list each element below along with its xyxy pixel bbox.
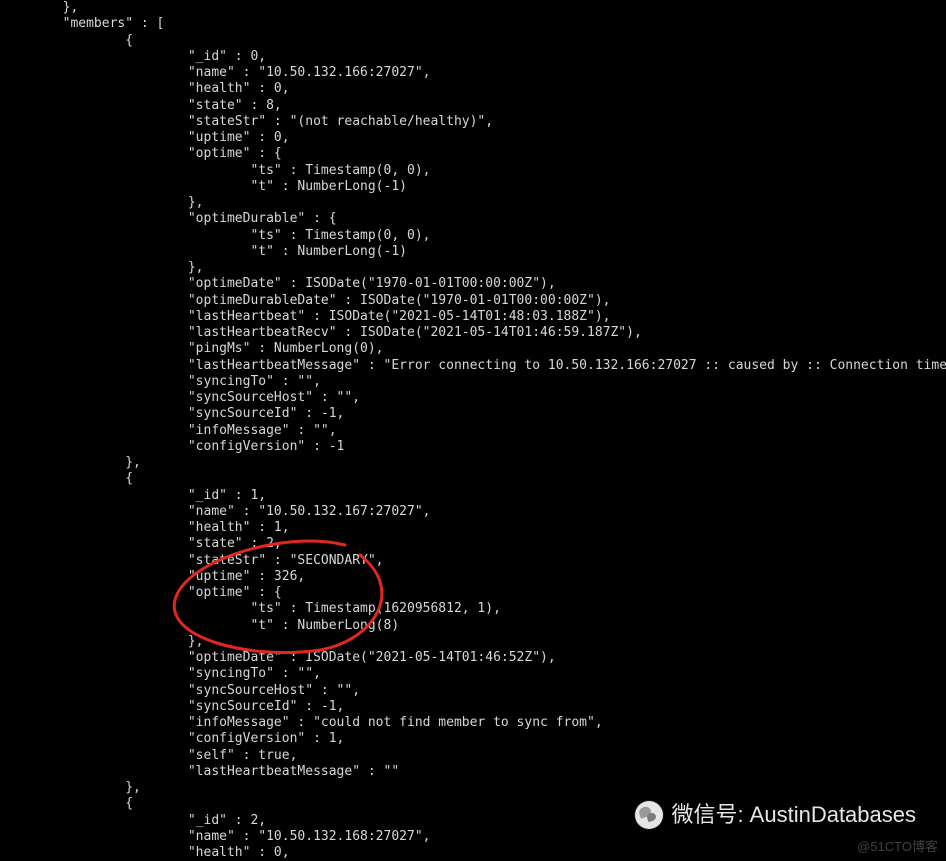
code-line: "t" : NumberLong(-1) bbox=[0, 179, 407, 194]
code-line: "syncSourceHost" : "", bbox=[0, 390, 360, 405]
code-line: "health" : 0, bbox=[0, 81, 290, 96]
code-line: "optimeDate" : ISODate("2021-05-14T01:46… bbox=[0, 650, 556, 665]
code-line: "uptime" : 0, bbox=[0, 130, 290, 145]
code-line: "lastHeartbeatRecv" : ISODate("2021-05-1… bbox=[0, 325, 642, 340]
code-line: "infoMessage" : "", bbox=[0, 423, 337, 438]
code-line: "infoMessage" : "could not find member t… bbox=[0, 715, 603, 730]
code-line: "_id" : 0, bbox=[0, 49, 266, 64]
code-line: }, bbox=[0, 455, 141, 470]
code-line: "stateStr" : "(not reachable/healthy)", bbox=[0, 114, 493, 129]
code-line: { bbox=[0, 796, 133, 811]
code-line: "optimeDate" : ISODate("1970-01-01T00:00… bbox=[0, 276, 556, 291]
code-line: "ts" : Timestamp(0, 0), bbox=[0, 228, 430, 243]
code-line: "syncSourceHost" : "", bbox=[0, 683, 360, 698]
code-line: "_id" : 1, bbox=[0, 488, 266, 503]
code-line: "t" : NumberLong(-1) bbox=[0, 244, 407, 259]
code-line: "configVersion" : -1 bbox=[0, 439, 344, 454]
wechat-icon bbox=[635, 801, 663, 829]
code-line: }, bbox=[0, 634, 204, 649]
code-line: }, bbox=[0, 780, 141, 795]
code-line: "lastHeartbeat" : ISODate("2021-05-14T01… bbox=[0, 309, 610, 324]
code-line: "state" : 2, bbox=[0, 536, 282, 551]
code-line: "syncSourceId" : -1, bbox=[0, 699, 344, 714]
code-line: "name" : "10.50.132.167:27027", bbox=[0, 504, 430, 519]
code-line: "members" : [ bbox=[0, 16, 164, 31]
code-line: "uptime" : 326, bbox=[0, 569, 305, 584]
code-line: "state" : 8, bbox=[0, 98, 282, 113]
code-line: "configVersion" : 1, bbox=[0, 731, 344, 746]
code-line: "optime" : { bbox=[0, 146, 282, 161]
code-line: "t" : NumberLong(8) bbox=[0, 618, 399, 633]
code-line: "ts" : Timestamp(1620956812, 1), bbox=[0, 601, 501, 616]
watermark-text: @51CTO博客 bbox=[857, 839, 938, 855]
code-line: "name" : "10.50.132.166:27027", bbox=[0, 65, 430, 80]
code-line: "health" : 0, bbox=[0, 845, 290, 860]
code-line: "pingMs" : NumberLong(0), bbox=[0, 341, 384, 356]
terminal-output: }, "members" : [ { "_id" : 0, "name" : "… bbox=[0, 0, 946, 861]
code-line: "syncingTo" : "", bbox=[0, 666, 321, 681]
code-line: "name" : "10.50.132.168:27027", bbox=[0, 829, 430, 844]
code-line: "lastHeartbeatMessage" : "Error connecti… bbox=[0, 358, 946, 373]
code-line: "optimeDurable" : { bbox=[0, 211, 337, 226]
code-line: "self" : true, bbox=[0, 748, 297, 763]
code-line: }, bbox=[0, 195, 204, 210]
code-line: "health" : 1, bbox=[0, 520, 290, 535]
code-line: }, bbox=[0, 260, 204, 275]
code-line: "syncingTo" : "", bbox=[0, 374, 321, 389]
code-line: "ts" : Timestamp(0, 0), bbox=[0, 163, 430, 178]
code-line: "lastHeartbeatMessage" : "" bbox=[0, 764, 399, 779]
code-line: "optime" : { bbox=[0, 585, 282, 600]
code-line: { bbox=[0, 33, 133, 48]
wechat-label: 微信号: AustinDatabases bbox=[671, 801, 916, 829]
code-line: { bbox=[0, 471, 133, 486]
code-line: "optimeDurableDate" : ISODate("1970-01-0… bbox=[0, 293, 610, 308]
code-line: "_id" : 2, bbox=[0, 813, 266, 828]
code-line: "syncSourceId" : -1, bbox=[0, 406, 344, 421]
code-line: }, bbox=[0, 0, 78, 15]
code-line: "stateStr" : "SECONDARY", bbox=[0, 553, 384, 568]
code-block: }, "members" : [ { "_id" : 0, "name" : "… bbox=[0, 0, 946, 861]
wechat-badge: 微信号: AustinDatabases bbox=[635, 801, 916, 829]
